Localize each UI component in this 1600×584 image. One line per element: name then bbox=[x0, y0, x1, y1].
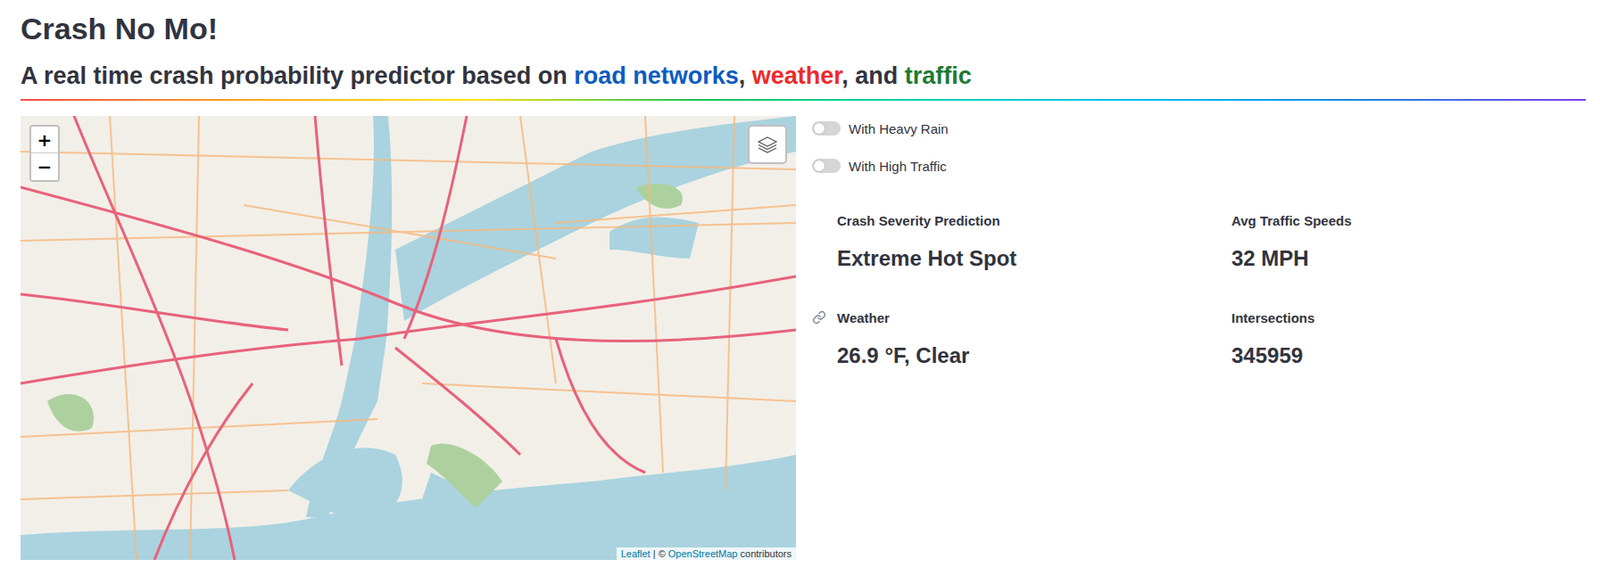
subtitle-segment: , and bbox=[841, 62, 905, 90]
major-roads bbox=[20, 116, 796, 561]
layers-control[interactable] bbox=[747, 124, 788, 165]
metric-value: 345959 bbox=[1231, 343, 1586, 369]
subtitle-segment: A real time crash probability predictor … bbox=[20, 62, 574, 90]
app-subtitle: A real time crash probability predictor … bbox=[20, 60, 1586, 92]
page: Crash No Mo! A real time crash probabili… bbox=[0, 0, 1600, 561]
attribution-text: | © bbox=[650, 548, 669, 560]
land-area bbox=[20, 116, 796, 561]
subtitle-segment: traffic bbox=[904, 62, 972, 90]
toggle-label: With High Traffic bbox=[848, 158, 947, 175]
minor-roads bbox=[20, 116, 796, 561]
layers-icon[interactable] bbox=[755, 132, 780, 157]
content: +− Leaflet | © OpenStreetMap contributor… bbox=[20, 116, 1586, 561]
map-attribution: Leaflet | © OpenStreetMap contributors bbox=[616, 547, 796, 561]
metric: Weather 26.9 °F, Clear bbox=[837, 310, 1232, 369]
zoom-button[interactable]: − bbox=[31, 153, 59, 181]
metric-value: Extreme Hot Spot bbox=[837, 246, 1232, 272]
metric: Avg Traffic Speeds 32 MPH bbox=[1231, 213, 1586, 272]
toggle-knob bbox=[813, 123, 825, 134]
toggle-switch[interactable] bbox=[812, 158, 841, 174]
attribution-link[interactable]: OpenStreetMap bbox=[668, 548, 738, 560]
attribution-text: contributors bbox=[737, 548, 792, 560]
metric: Intersections 345959 bbox=[1231, 310, 1586, 369]
metric: Crash Severity Prediction Extreme Hot Sp… bbox=[837, 213, 1232, 272]
zoom-control: +− bbox=[29, 124, 60, 183]
app-title: Crash No Mo! bbox=[20, 8, 1586, 49]
map-tiles[interactable] bbox=[20, 116, 796, 561]
toggle[interactable]: With High Traffic bbox=[812, 156, 1586, 176]
toggle-label: With Heavy Rain bbox=[848, 121, 949, 137]
toggle-knob bbox=[813, 160, 825, 172]
metric-label: Avg Traffic Speeds bbox=[1231, 213, 1586, 229]
metric-label: Crash Severity Prediction bbox=[837, 213, 1232, 229]
metric-label: Weather bbox=[837, 310, 1232, 326]
zoom-button[interactable]: + bbox=[31, 126, 59, 154]
metric-value: 26.9 °F, Clear bbox=[837, 343, 1232, 369]
subtitle-segment: weather bbox=[752, 62, 843, 90]
metric-label: Intersections bbox=[1231, 310, 1586, 326]
metric-value: 32 MPH bbox=[1231, 246, 1586, 272]
side-panel: With Heavy Rain With High Traffic Crash … bbox=[812, 116, 1586, 369]
subtitle-segment: , bbox=[738, 62, 753, 90]
rainbow-divider bbox=[20, 99, 1586, 101]
water-areas bbox=[20, 116, 796, 561]
metrics-grid: Crash Severity Prediction Extreme Hot Sp… bbox=[812, 213, 1586, 369]
toggle-switch[interactable] bbox=[812, 121, 841, 136]
subtitle-segment: road networks bbox=[573, 62, 739, 90]
toggle-list: With Heavy Rain With High Traffic bbox=[812, 118, 1586, 176]
map[interactable]: +− Leaflet | © OpenStreetMap contributor… bbox=[20, 116, 796, 561]
link-icon[interactable] bbox=[812, 310, 827, 325]
toggle[interactable]: With Heavy Rain bbox=[812, 118, 1586, 139]
attribution-link[interactable]: Leaflet bbox=[621, 548, 651, 560]
